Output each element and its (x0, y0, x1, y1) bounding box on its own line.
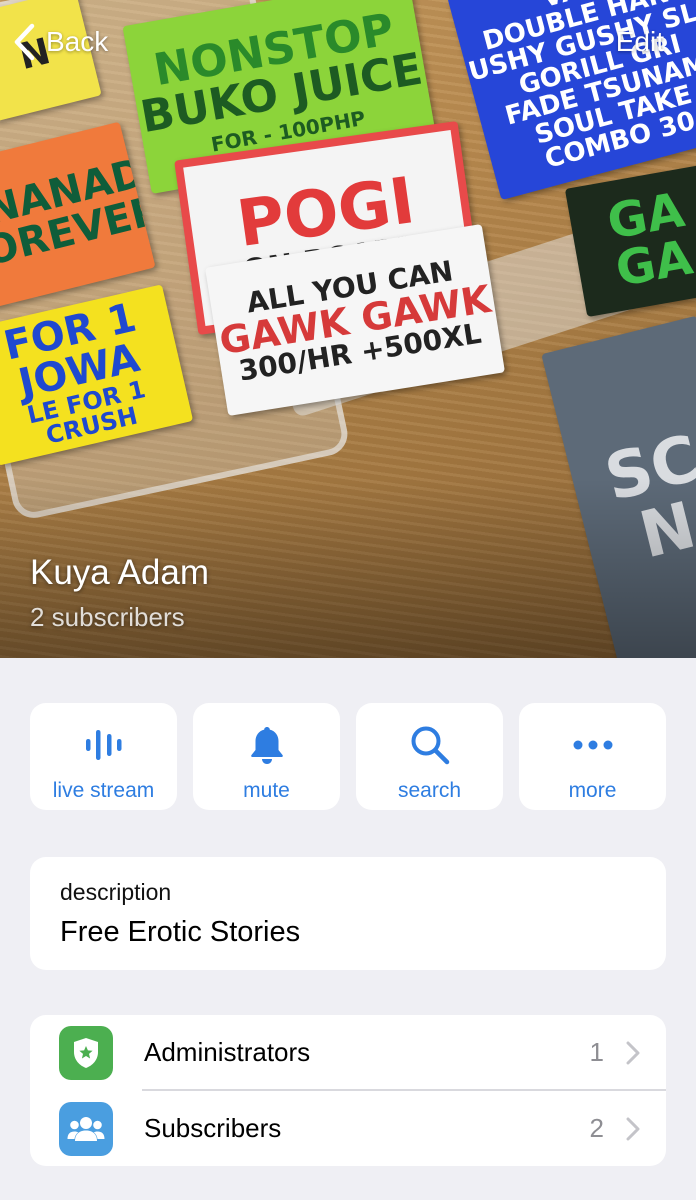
chevron-left-icon (14, 23, 35, 61)
action-label: more (568, 779, 617, 802)
sticker-text: GA (611, 229, 696, 298)
more-button[interactable]: more (519, 703, 666, 810)
sticker-dark: GA GA (564, 162, 696, 318)
action-bar: live stream mute search more (30, 703, 666, 810)
list-item-title: Subscribers (144, 1113, 282, 1143)
chevron-right-icon (626, 1117, 640, 1141)
admin-badge (59, 1025, 113, 1080)
channel-title: Kuya Adam (30, 553, 209, 592)
list-item-administrators[interactable]: Administrators 1 (30, 1015, 666, 1091)
list-item-count: 2 (589, 1113, 604, 1143)
live-stream-icon (85, 730, 121, 760)
list-item-subscribers[interactable]: Subscribers 2 (30, 1091, 666, 1166)
action-label: mute (243, 779, 290, 802)
search-button[interactable]: search (356, 703, 503, 810)
search-icon (411, 726, 449, 765)
live-stream-button[interactable]: live stream (30, 703, 177, 810)
description-card[interactable]: description Free Erotic Stories (30, 857, 666, 970)
back-button[interactable]: Back (12, 22, 108, 62)
edit-button[interactable]: Edit (616, 22, 664, 62)
bell-icon (250, 727, 283, 764)
admin-shield-icon (74, 1037, 98, 1068)
subscribers-badge (59, 1101, 113, 1156)
members-list: Administrators 1 Subscribers 2 (30, 1015, 666, 1166)
action-label: search (397, 779, 462, 802)
more-icon (573, 740, 612, 750)
back-label: Back (46, 26, 109, 57)
list-item-title: Administrators (144, 1037, 311, 1067)
chevron-right-icon (626, 1041, 640, 1065)
people-icon (67, 1116, 105, 1141)
subscriber-count: 2 subscribers (30, 602, 185, 632)
list-item-count: 1 (589, 1037, 604, 1067)
description-text: Free Erotic Stories (60, 916, 301, 948)
mute-button[interactable]: mute (193, 703, 340, 810)
action-label: live stream (52, 779, 155, 802)
description-label: description (60, 879, 172, 905)
